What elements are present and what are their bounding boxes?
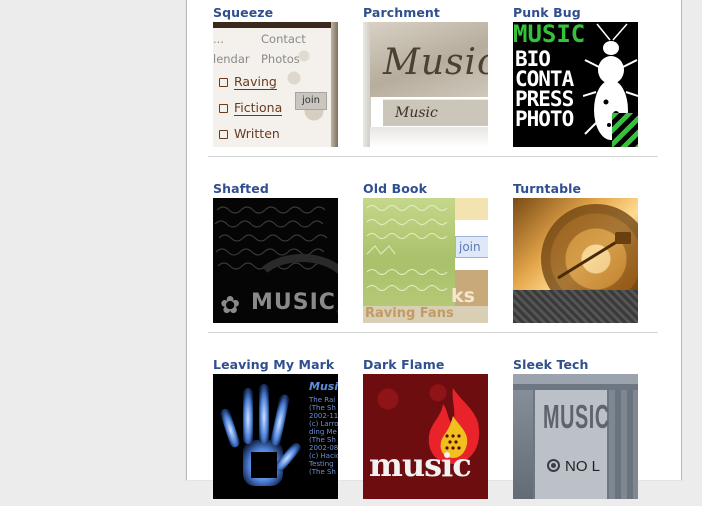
- row-divider: [208, 156, 658, 157]
- theme-preview-turntable[interactable]: [513, 198, 638, 323]
- preview-shadow: [370, 127, 488, 147]
- preview-line: 2002-08-: [309, 444, 338, 452]
- preview-line: The Rai: [309, 396, 336, 404]
- theme-preview-shafted[interactable]: ✿ MUSIC: [213, 198, 338, 323]
- theme-preview-old-book[interactable]: join ks Raving Fans: [363, 198, 488, 323]
- row-divider: [208, 332, 658, 333]
- script-texture: [366, 205, 448, 291]
- theme-preview-leaving-my-mark[interactable]: Musi The Rai (The Sh 2002-11- (c) Larro …: [213, 374, 338, 499]
- theme-item-squeeze: Squeeze ... Contact lendar Photos Raving…: [213, 4, 339, 147]
- preview-metal-plate: [513, 290, 638, 323]
- preview-nav-item: lendar: [213, 52, 250, 66]
- theme-preview-parchment[interactable]: Music Music: [363, 22, 488, 147]
- preview-word: music: [369, 446, 472, 484]
- tonearm-icon: [557, 232, 631, 280]
- preview-band: [213, 22, 331, 28]
- theme-item-turntable: Turntable: [513, 180, 639, 323]
- preview-line: (c) Larro: [309, 420, 338, 428]
- preview-line: (The Sh: [309, 468, 336, 476]
- theme-title-link[interactable]: Old Book: [363, 180, 489, 197]
- preview-list-item: Fictiona: [219, 100, 283, 116]
- record-icon: [547, 459, 560, 472]
- theme-item-old-book: Old Book join ks Raving Fans: [363, 180, 489, 323]
- right-gutter: [682, 0, 702, 480]
- preview-grunge: [279, 34, 329, 144]
- preview-list-item: Written: [219, 126, 280, 141]
- preview-tan-block: [455, 198, 488, 220]
- preview-nav-item: ...: [213, 32, 224, 46]
- theme-title-link[interactable]: Squeeze: [213, 4, 339, 21]
- flower-icon: ✿: [219, 291, 241, 319]
- preview-left-panel: [513, 390, 533, 499]
- preview-ribbon-text: Music: [395, 105, 438, 121]
- theme-row: Squeeze ... Contact lendar Photos Raving…: [213, 4, 663, 154]
- theme-item-dark-flame: Dark Flame music: [363, 356, 489, 499]
- preview-nav-item: Photos: [261, 52, 300, 66]
- preview-line: Testing: [309, 460, 334, 468]
- preview-line: BIO: [515, 47, 551, 71]
- preview-line: 2002-11-: [309, 412, 338, 420]
- preview-right-panel: [609, 390, 638, 499]
- preview-nav-item: Contact: [261, 32, 306, 46]
- preview-top-bar: [513, 374, 638, 384]
- theme-item-punk-bug: Punk Bug MUSIC BIO CONTA PRESS PHOTO: [513, 4, 639, 147]
- preview-line: CONTA: [515, 67, 574, 91]
- theme-title-link[interactable]: Shafted: [213, 180, 339, 197]
- theme-title-link[interactable]: Turntable: [513, 180, 639, 197]
- preview-line: ding Me: [309, 428, 337, 436]
- bullet-icon: [219, 78, 228, 87]
- theme-preview-dark-flame[interactable]: music: [363, 374, 488, 499]
- preview-word: MUSIC: [251, 290, 336, 315]
- bullet-icon: [219, 104, 228, 113]
- preview-edge: [331, 22, 338, 147]
- preview-script-word: Music: [383, 42, 488, 83]
- theme-row: Shafted ✿ MUSIC Old Book join ks Raving …: [213, 180, 663, 330]
- preview-join-button: join: [455, 236, 488, 258]
- bullet-icon: [219, 130, 228, 139]
- theme-item-shafted: Shafted ✿ MUSIC: [213, 180, 339, 323]
- theme-title-link[interactable]: Dark Flame: [363, 356, 489, 373]
- left-gutter: [0, 0, 186, 480]
- theme-title-link[interactable]: Sleek Tech: [513, 356, 639, 373]
- hand-print-icon: [220, 384, 301, 486]
- theme-title-link[interactable]: Punk Bug: [513, 4, 639, 21]
- preview-subtext: NO L: [565, 458, 601, 475]
- preview-list-item: Raving: [219, 74, 277, 90]
- preview-line: PHOTO: [515, 107, 574, 131]
- preview-partial-word: ks: [451, 285, 475, 307]
- preview-footer-text: Raving Fans: [365, 306, 454, 321]
- preview-word: MUSIC: [543, 398, 610, 435]
- theme-preview-sleek-tech[interactable]: MUSIC NO L: [513, 374, 638, 499]
- preview-green-word: MUSIC: [513, 22, 586, 48]
- preview-column-header: Musi: [309, 380, 338, 393]
- preview-join-button: join: [295, 92, 327, 110]
- theme-item-parchment: Parchment Music Music: [363, 4, 489, 147]
- preview-line: (The Sh: [309, 436, 336, 444]
- theme-title-link[interactable]: Parchment: [363, 4, 489, 21]
- theme-preview-squeeze[interactable]: ... Contact lendar Photos Raving Fiction…: [213, 22, 338, 147]
- theme-item-sleek-tech: Sleek Tech MUSIC NO L: [513, 356, 639, 499]
- preview-line: PRESS: [515, 87, 574, 111]
- preview-line: (c) Hacio: [309, 452, 338, 460]
- theme-item-leaving-my-mark: Leaving My Mark Musi The Rai (The Sh 200…: [213, 356, 339, 499]
- preview-stripe: [612, 113, 638, 147]
- theme-preview-punk-bug[interactable]: MUSIC BIO CONTA PRESS PHOTO: [513, 22, 638, 147]
- preview-line: (The Sh: [309, 404, 336, 412]
- theme-row: Leaving My Mark Musi The Rai (The Sh 200…: [213, 356, 663, 506]
- theme-title-link[interactable]: Leaving My Mark: [213, 356, 339, 373]
